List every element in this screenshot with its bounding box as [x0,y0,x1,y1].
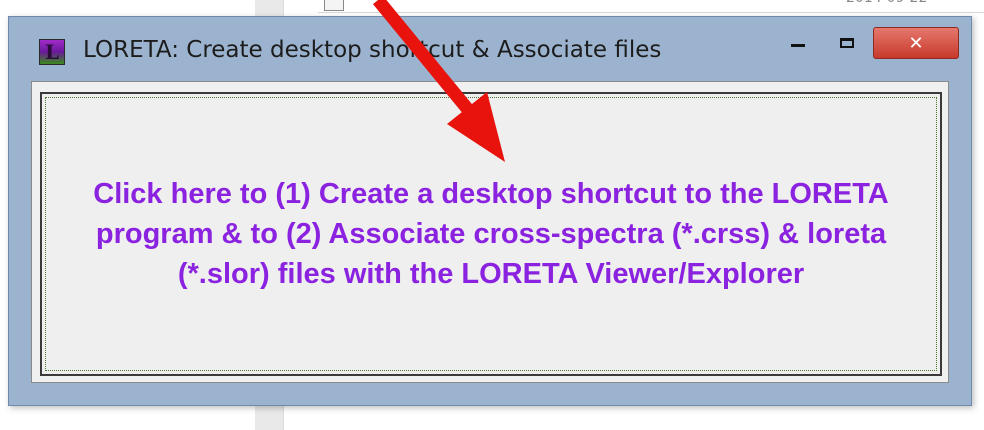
create-shortcut-button-label: Click here to (1) Create a desktop short… [93,178,889,290]
background-file-date: 2014-09-22 [846,0,927,6]
close-icon: ✕ [908,32,924,54]
maximize-icon [840,38,854,48]
file-icon [324,0,344,11]
background-file-name: ••••••••• [354,0,462,6]
maximize-button[interactable] [827,27,867,59]
loreta-app-icon[interactable]: L [39,39,65,65]
loreta-dialog-window: L LORETA: Create desktop shortcut & Asso… [8,16,972,406]
dialog-client-area: Click here to (1) Create a desktop short… [31,81,949,383]
minimize-button[interactable] [781,27,815,59]
background-file-row[interactable]: ••••••••• 2014-09-22 [318,0,984,13]
window-title: LORETA: Create desktop shortcut & Associ… [83,37,662,63]
screen: ••••••••• 2014-09-22 L LORETA: Create de… [0,0,984,430]
minimize-icon [791,43,805,47]
title-bar[interactable]: L LORETA: Create desktop shortcut & Asso… [9,17,971,83]
app-icon-letter: L [44,40,60,64]
close-button[interactable]: ✕ [873,27,959,59]
create-shortcut-and-associate-button[interactable]: Click here to (1) Create a desktop short… [40,92,942,376]
